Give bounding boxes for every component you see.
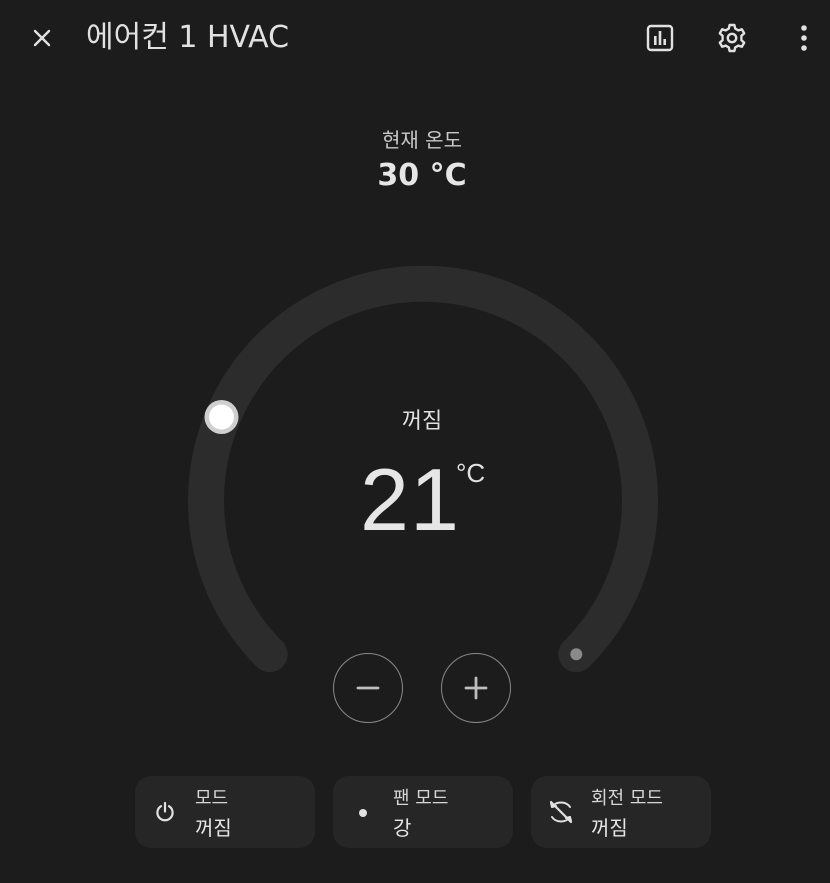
fan-mode-chip[interactable]: 팬 모드 강 — [333, 776, 513, 848]
fan-mode-label: 팬 모드 — [393, 788, 449, 809]
hvac-mode-chip[interactable]: 모드 꺼짐 — [135, 776, 315, 848]
power-icon — [156, 801, 174, 822]
swing-off-icon — [549, 800, 573, 824]
circle-small-icon — [359, 809, 367, 817]
hvac-mode-label: 모드 — [195, 788, 229, 809]
increase-temperature-button[interactable] — [441, 653, 511, 723]
swing-mode-value: 꺼짐 — [591, 816, 628, 840]
thermostat-dial[interactable] — [0, 0, 830, 883]
dial-end-marker — [570, 648, 583, 661]
target-temperature-unit: °C — [456, 458, 486, 488]
hvac-state-label: 꺼짐 — [401, 409, 443, 434]
target-temperature-value: 21 — [360, 450, 460, 549]
swing-mode-chip[interactable]: 회전 모드 꺼짐 — [531, 776, 711, 848]
decrease-temperature-button[interactable] — [333, 653, 403, 723]
minus-icon — [356, 686, 380, 690]
plus-icon — [464, 676, 488, 700]
fan-mode-value: 강 — [393, 816, 412, 840]
swing-mode-label: 회전 모드 — [591, 788, 663, 809]
hvac-mode-value: 꺼짐 — [195, 816, 232, 840]
